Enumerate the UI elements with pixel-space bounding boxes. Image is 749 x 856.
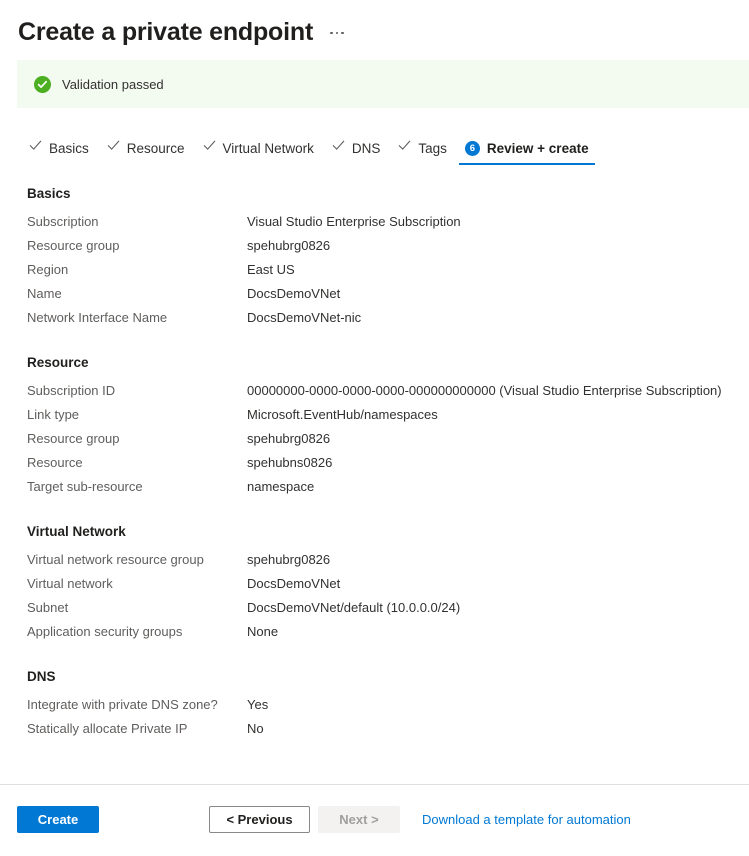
summary-row: Target sub-resourcenamespace: [0, 479, 749, 503]
section-title: DNS: [0, 669, 749, 684]
summary-row-value: Visual Studio Enterprise Subscription: [247, 214, 461, 229]
wizard-tabs: Basics Resource Virtual Network DNS Tags 6 Rev…: [20, 131, 598, 165]
ellipsis-icon[interactable]: [327, 28, 347, 39]
section-title: Resource: [0, 355, 749, 370]
tab-label: Resource: [127, 141, 185, 156]
summary-row: SubscriptionVisual Studio Enterprise Sub…: [0, 214, 749, 238]
summary-row-value: 00000000-0000-0000-0000-000000000000 (Vi…: [247, 383, 722, 398]
tab-basics[interactable]: Basics: [20, 131, 98, 165]
create-button[interactable]: Create: [17, 806, 99, 833]
summary-row: Subscription ID00000000-0000-0000-0000-0…: [0, 383, 749, 407]
summary-row-value: DocsDemoVNet: [247, 576, 340, 591]
summary-row-value: spehubrg0826: [247, 431, 330, 446]
summary-row: Virtual networkDocsDemoVNet: [0, 576, 749, 600]
summary-row-label: Subscription: [0, 214, 247, 229]
tab-label: Basics: [49, 141, 89, 156]
summary-row: SubnetDocsDemoVNet/default (10.0.0.0/24): [0, 600, 749, 624]
wizard-footer: Create < Previous Next > Download a temp…: [0, 785, 749, 856]
summary-row: Network Interface NameDocsDemoVNet-nic: [0, 310, 749, 334]
summary-row-label: Application security groups: [0, 624, 247, 639]
check-icon: [332, 139, 345, 157]
summary-row-label: Network Interface Name: [0, 310, 247, 325]
check-icon: [203, 139, 216, 157]
summary-row-label: Region: [0, 262, 247, 277]
summary-row-value: namespace: [247, 479, 314, 494]
summary-row-value: Microsoft.EventHub/namespaces: [247, 407, 438, 422]
summary-row-label: Name: [0, 286, 247, 301]
summary-row-value: DocsDemoVNet/default (10.0.0.0/24): [247, 600, 460, 615]
next-button: Next >: [318, 806, 400, 833]
summary-row-value: No: [247, 721, 264, 736]
review-content: Basics SubscriptionVisual Studio Enterpri…: [0, 186, 749, 766]
summary-row-label: Resource group: [0, 431, 247, 446]
summary-row: Resource groupspehubrg0826: [0, 431, 749, 455]
summary-row: Link typeMicrosoft.EventHub/namespaces: [0, 407, 749, 431]
page-header: Create a private endpoint: [0, 0, 749, 52]
summary-row-value: Yes: [247, 697, 268, 712]
page-title: Create a private endpoint: [18, 16, 313, 48]
tab-dns[interactable]: DNS: [323, 131, 390, 165]
tab-label: Virtual Network: [223, 141, 314, 156]
summary-row-label: Subscription ID: [0, 383, 247, 398]
tab-review-create[interactable]: 6 Review + create: [456, 131, 598, 165]
summary-row-value: spehubrg0826: [247, 552, 330, 567]
check-icon: [29, 139, 42, 157]
previous-button[interactable]: < Previous: [209, 806, 310, 833]
summary-row: Application security groupsNone: [0, 624, 749, 648]
summary-row-value: East US: [247, 262, 295, 277]
tab-resource[interactable]: Resource: [98, 131, 194, 165]
summary-row-label: Virtual network: [0, 576, 247, 591]
section-basics: Basics SubscriptionVisual Studio Enterpri…: [0, 186, 749, 334]
summary-row-label: Resource group: [0, 238, 247, 253]
section-title: Basics: [0, 186, 749, 201]
summary-row-label: Subnet: [0, 600, 247, 615]
section-resource: Resource Subscription ID00000000-0000-000…: [0, 355, 749, 503]
summary-row-value: DocsDemoVNet-nic: [247, 310, 361, 325]
tab-tags[interactable]: Tags: [389, 131, 456, 165]
tab-label: Tags: [418, 141, 447, 156]
check-icon: [107, 139, 120, 157]
summary-row: Resourcespehubns0826: [0, 455, 749, 479]
section-virtual-network: Virtual Network Virtual network resource …: [0, 524, 749, 648]
summary-row-label: Resource: [0, 455, 247, 470]
tab-label: DNS: [352, 141, 381, 156]
summary-row-value: None: [247, 624, 278, 639]
section-dns: DNSIntegrate with private DNS zone?YesSt…: [0, 669, 749, 745]
summary-row-label: Integrate with private DNS zone?: [0, 697, 247, 712]
validation-banner-text: Validation passed: [62, 77, 164, 92]
summary-row-label: Target sub-resource: [0, 479, 247, 494]
ellipsis-dot: [341, 32, 344, 35]
summary-row: Resource groupspehubrg0826: [0, 238, 749, 262]
summary-row-value: spehubrg0826: [247, 238, 330, 253]
tab-virtual-network[interactable]: Virtual Network: [194, 131, 323, 165]
ellipsis-dot: [330, 32, 333, 35]
summary-row-value: DocsDemoVNet: [247, 286, 340, 301]
section-title: Virtual Network: [0, 524, 749, 539]
tab-step-badge: 6: [465, 141, 480, 156]
summary-row-value: spehubns0826: [247, 455, 332, 470]
ellipsis-dot: [336, 32, 339, 35]
summary-row: RegionEast US: [0, 262, 749, 286]
download-template-link[interactable]: Download a template for automation: [422, 806, 631, 833]
validation-banner: Validation passed: [17, 60, 749, 108]
success-check-circle-icon: [34, 76, 51, 93]
tab-label: Review + create: [487, 141, 589, 156]
summary-row-label: Virtual network resource group: [0, 552, 247, 567]
summary-row-label: Link type: [0, 407, 247, 422]
summary-row: Statically allocate Private IPNo: [0, 721, 749, 745]
summary-row: Virtual network resource groupspehubrg08…: [0, 552, 749, 576]
summary-row: NameDocsDemoVNet: [0, 286, 749, 310]
summary-row-label: Statically allocate Private IP: [0, 721, 247, 736]
check-icon: [398, 139, 411, 157]
summary-row: Integrate with private DNS zone?Yes: [0, 697, 749, 721]
